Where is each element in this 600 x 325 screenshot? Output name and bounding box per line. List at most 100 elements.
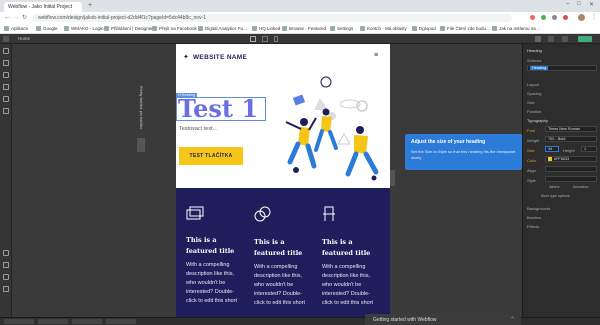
feature-title[interactable]: This is a featured title xyxy=(322,237,380,259)
breadcrumb-item[interactable] xyxy=(106,319,136,324)
text-align-buttons[interactable] xyxy=(545,166,597,172)
minimize-icon[interactable]: – xyxy=(566,1,569,7)
section-spacing[interactable]: Spacing xyxy=(527,91,541,96)
hero-heading[interactable]: Test 1 xyxy=(178,94,258,123)
extension-icon[interactable] xyxy=(563,15,568,20)
page-selector[interactable]: Home xyxy=(18,36,30,41)
bookmark-item[interactable]: Jak na reklamu na ... xyxy=(492,26,541,31)
logo-star-icon[interactable]: ✦ xyxy=(183,53,189,61)
feature-description[interactable]: With a compelling description like this,… xyxy=(322,263,380,308)
bookmark-item[interactable]: WMAKG - Login xyxy=(64,26,104,31)
section-layout[interactable]: Layout xyxy=(527,82,539,87)
pages-icon[interactable] xyxy=(3,84,9,90)
maximize-icon[interactable]: □ xyxy=(577,1,581,7)
bookmarks-bar: Aplikace Google WMAKG - Login Přihlášení… xyxy=(0,24,600,34)
section-borders[interactable]: Borders xyxy=(527,215,541,220)
bookmark-item[interactable]: Browse - Featured xyxy=(282,26,326,31)
bookmark-item[interactable]: Přejít na Facebook xyxy=(152,26,197,31)
chevron-up-icon[interactable]: ⌃ xyxy=(510,316,515,323)
profile-avatar[interactable] xyxy=(578,14,585,21)
color-input[interactable]: #FF6633 xyxy=(545,156,597,162)
menu-kebab-icon[interactable]: ⋮ xyxy=(591,13,597,20)
symbols-icon[interactable] xyxy=(3,72,9,78)
features-section: This is a featured title With a compelli… xyxy=(176,188,390,317)
hero-subtext[interactable]: Testovací text... xyxy=(179,126,217,132)
font-select[interactable]: Times New Roman xyxy=(545,126,597,132)
cms-icon[interactable] xyxy=(3,96,9,102)
reload-icon[interactable]: ↻ xyxy=(22,14,27,21)
bookmark-item[interactable]: Digital Analytics Fu... xyxy=(198,26,247,31)
webflow-menu-icon[interactable] xyxy=(3,36,9,42)
coins-icon xyxy=(254,206,271,222)
site-preview: ✦ WEBSITE NAME ≡ H Heading Test 1 Testov… xyxy=(176,44,390,317)
section-backgrounds[interactable]: Backgrounds xyxy=(527,206,550,211)
feature-title[interactable]: This is a featured title xyxy=(186,235,244,257)
chair-icon xyxy=(323,206,335,221)
browser-tab[interactable]: Webflow - Jako Initial Project xyxy=(4,2,82,12)
desktop-breakpoint-icon[interactable] xyxy=(250,36,256,42)
bookmark-item[interactable]: File Čtení zde budu... xyxy=(440,26,490,31)
navigator-icon[interactable] xyxy=(3,60,9,66)
text-style-buttons[interactable] xyxy=(545,176,597,182)
line-height-input[interactable]: 1 xyxy=(581,146,597,152)
mobile-breakpoint-icon[interactable] xyxy=(274,36,278,42)
style-panel-tab-icon[interactable] xyxy=(535,36,541,42)
bookmark-item[interactable]: Settings xyxy=(330,26,353,31)
section-size[interactable]: Size xyxy=(527,100,535,105)
bookmark-item[interactable]: Přihlášení | Designer xyxy=(104,26,153,31)
hero-cta-button[interactable]: TEST TLAČÍTKA xyxy=(179,147,243,165)
url-input[interactable]: webflow.com/design/jakob-initial-project… xyxy=(32,14,512,22)
bookmark-item[interactable]: Kontch - Má oblasty xyxy=(360,26,407,31)
audit-icon[interactable] xyxy=(3,286,9,292)
back-icon[interactable]: ← xyxy=(4,14,11,21)
feature-description[interactable]: With a compelling description like this,… xyxy=(186,261,244,306)
publish-button[interactable] xyxy=(578,36,592,42)
site-logo-text[interactable]: WEBSITE NAME xyxy=(193,54,247,61)
extension-icon[interactable] xyxy=(541,15,546,20)
tooltip-title: Adjust the size of your heading xyxy=(411,139,486,145)
browser-windows-icon xyxy=(186,206,204,220)
forward-icon[interactable]: → xyxy=(13,14,20,21)
feature-title[interactable]: This is a featured title xyxy=(254,237,312,259)
settings-icon[interactable] xyxy=(3,250,9,256)
new-tab-icon[interactable]: + xyxy=(88,2,92,9)
breadcrumb-item[interactable] xyxy=(72,319,102,324)
address-bar-row: ← → ↻ webflow.com/design/jakob-initial-p… xyxy=(0,12,600,24)
size-input[interactable]: 44 xyxy=(545,146,559,152)
bookmark-item[interactable]: Dglopod xyxy=(412,26,436,31)
extension-icon[interactable] xyxy=(530,15,535,20)
getting-started-label: Getting started with Webflow xyxy=(373,317,437,323)
video-icon[interactable] xyxy=(3,274,9,280)
color-label: Color xyxy=(527,158,537,163)
add-element-icon[interactable] xyxy=(3,48,9,54)
more-type-options[interactable]: More type options xyxy=(541,194,570,198)
hamburger-menu-icon[interactable]: ≡ xyxy=(374,52,378,59)
breadcrumb-item[interactable] xyxy=(4,319,34,324)
section-typography[interactable]: Typography xyxy=(527,118,548,123)
bookmark-item[interactable]: HQ Linked xyxy=(252,26,280,31)
selector-input[interactable]: Heading xyxy=(527,65,597,71)
color-swatch[interactable] xyxy=(548,157,552,161)
settings-panel-tab-icon[interactable] xyxy=(548,36,554,42)
weight-select[interactable]: 700 - Bold xyxy=(545,136,597,142)
bookmark-item[interactable]: Google xyxy=(36,26,58,31)
close-window-icon[interactable]: ✕ xyxy=(589,1,594,8)
canvas-resize-handle[interactable] xyxy=(390,170,395,186)
tablet-breakpoint-icon[interactable] xyxy=(262,36,268,42)
feature-description[interactable]: With a compelling description like this,… xyxy=(254,263,312,308)
panel-element-type: Heading xyxy=(527,48,542,53)
weight-label: Weight xyxy=(527,138,540,143)
assets-icon[interactable] xyxy=(3,108,9,114)
getting-started-panel[interactable]: Getting started with Webflow ⌃ xyxy=(365,314,521,325)
section-effects[interactable]: Effects xyxy=(527,224,539,229)
browser-tab-strip: Webflow - Jako Initial Project + – □ ✕ xyxy=(0,0,600,12)
extension-icon[interactable] xyxy=(552,15,557,20)
breadcrumb-item[interactable] xyxy=(38,319,68,324)
section-position[interactable]: Position xyxy=(527,109,541,114)
decoration-label: Decoration xyxy=(573,185,589,189)
interactions-panel-tab-icon[interactable] xyxy=(562,36,568,42)
help-icon[interactable] xyxy=(3,262,9,268)
hero-section: H Heading Test 1 Testovací text... TEST … xyxy=(176,74,390,188)
tooltip-body: Set the Size in Style so that this headi… xyxy=(411,149,516,160)
bookmark-item[interactable]: Aplikace xyxy=(4,26,28,31)
